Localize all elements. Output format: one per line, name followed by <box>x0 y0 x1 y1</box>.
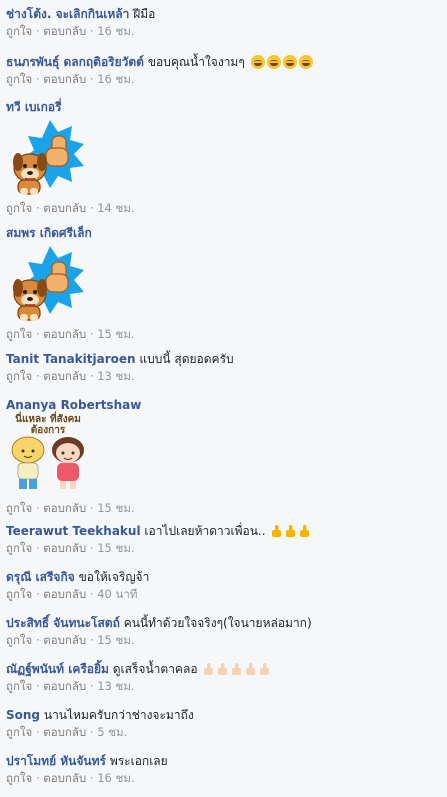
sticker-caption: นี่แหละ ที่สังคมต้องการ <box>15 414 81 436</box>
comment-author[interactable]: ทวี เบเกอรี่ <box>6 100 62 114</box>
thumbs-up-light-icon <box>218 663 228 675</box>
reply-link[interactable]: ตอบกลับ <box>43 725 86 739</box>
comment-author[interactable]: สมพร เกิดศรีเล็ก <box>6 226 92 240</box>
comment-time[interactable]: 13 ชม. <box>97 369 134 383</box>
like-link[interactable]: ถูกใจ <box>6 327 32 341</box>
comment-actions: ถูกใจ · ตอบกลับ · 15 ชม. <box>6 327 135 341</box>
comment-author[interactable]: ประสิทธิ์ จันทนะโสตถ์ <box>6 616 120 630</box>
comment-author[interactable]: Teerawut Teekhakul <box>6 524 141 538</box>
comment-time[interactable]: 15 ชม. <box>97 327 134 341</box>
comment-actions: ถูกใจ · ตอบกลับ · 15 ชม. <box>6 633 135 647</box>
comment-author[interactable]: Song <box>6 708 40 722</box>
thumbs-up-light-icon <box>204 663 214 675</box>
like-link[interactable]: ถูกใจ <box>6 725 32 739</box>
thumbs-up-icon <box>272 525 282 537</box>
comment-author[interactable]: ธนภรพันธุ์ ดลกฤติอริยวัตต์ <box>6 55 144 69</box>
comment-time[interactable]: 16 ชม. <box>97 72 134 86</box>
reply-link[interactable]: ตอบกลับ <box>43 587 86 601</box>
like-link[interactable]: ถูกใจ <box>6 587 32 601</box>
comment-text: เอาไปเลยห้าดาวเพื่อน.. <box>144 524 266 538</box>
comment-item: ปราโมทย์ หันจันทร์ พระเอกเลย ถูกใจ · ตอบ… <box>6 752 443 786</box>
comment-item: Song นานไหมครับกว่าช่างจะมาถึง ถูกใจ · ต… <box>6 706 443 740</box>
comment-time[interactable]: 40 นาที <box>97 587 137 601</box>
like-link[interactable]: ถูกใจ <box>6 501 32 515</box>
comment-actions: ถูกใจ · ตอบกลับ · 15 ชม. <box>6 501 135 515</box>
comment-time[interactable]: 15 ชม. <box>97 633 134 647</box>
comment-author[interactable]: ปราโมทย์ หันจันทร์ <box>6 754 106 768</box>
reply-link[interactable]: ตอบกลับ <box>43 771 86 785</box>
reply-link[interactable]: ตอบกลับ <box>43 501 86 515</box>
grinning-squint-icon <box>266 55 281 69</box>
like-link[interactable]: ถูกใจ <box>6 541 32 555</box>
like-link[interactable]: ถูกใจ <box>6 633 32 647</box>
comment-text: คนนี้ทำด้วยใจจริงๆ(ใจนายหล่อมาก) <box>123 616 312 630</box>
comment-actions: ถูกใจ · ตอบกลับ · 16 ชม. <box>6 72 135 86</box>
comment-actions: ถูกใจ · ตอบกลับ · 13 ชม. <box>6 679 135 693</box>
reply-link[interactable]: ตอบกลับ <box>43 327 86 341</box>
comment-author[interactable]: ช่างโต้ง. จะเลิกกินเหล้า <box>6 7 129 21</box>
comment-actions: ถูกใจ · ตอบกลับ · 5 ชม. <box>6 725 128 739</box>
comment-item: Tanit Tanakitjaroen แบบนี้ สุดยอดครับ ถู… <box>6 350 443 384</box>
like-link[interactable]: ถูกใจ <box>6 679 32 693</box>
thumbs-up-light-icon <box>232 663 242 675</box>
like-link[interactable]: ถูกใจ <box>6 771 32 785</box>
comment-item: ณัฏฐ์พนันท์ เครือยิ้ม ดูเสร็จน้ำตาคลอ ถู… <box>6 660 443 694</box>
comment-time[interactable]: 15 ชม. <box>97 541 134 555</box>
thumbs-up-light-icon <box>246 663 256 675</box>
comment-time[interactable]: 16 ชม. <box>97 24 134 38</box>
comment-actions: ถูกใจ · ตอบกลับ · 40 นาที <box>6 587 138 601</box>
grinning-squint-icon <box>282 55 297 69</box>
comment-time[interactable]: 5 ชม. <box>97 725 127 739</box>
like-link[interactable]: ถูกใจ <box>6 24 32 38</box>
thumbs-up-light-icon <box>260 663 270 675</box>
comment-time[interactable]: 13 ชม. <box>97 679 134 693</box>
comment-actions: ถูกใจ · ตอบกลับ · 16 ชม. <box>6 24 135 38</box>
kids-illustration <box>11 436 84 489</box>
reply-link[interactable]: ตอบกลับ <box>43 201 86 215</box>
comment-item: ดรุณี เสรีจกิจ ขอให้เจริญจ้า ถูกใจ · ตอบ… <box>6 568 443 602</box>
comment-actions: ถูกใจ · ตอบกลับ · 14 ชม. <box>6 201 135 215</box>
comment-actions: ถูกใจ · ตอบกลับ · 13 ชม. <box>6 369 135 383</box>
comment-time[interactable]: 15 ชม. <box>97 501 134 515</box>
comment-author[interactable]: Tanit Tanakitjaroen <box>6 352 136 366</box>
comment-text: ดูเสร็จน้ำตาคลอ <box>112 662 198 676</box>
comment-actions: ถูกใจ · ตอบกลับ · 15 ชม. <box>6 541 135 555</box>
comment-time[interactable]: 14 ชม. <box>97 201 134 215</box>
reply-link[interactable]: ตอบกลับ <box>43 72 86 86</box>
like-link[interactable]: ถูกใจ <box>6 201 32 215</box>
comment-text: ขอบคุณน้ำใจงามๆ <box>147 55 245 69</box>
grinning-squint-icon <box>250 55 265 69</box>
thumbs-up-icon <box>300 525 310 537</box>
comment-text: แบบนี้ สุดยอดครับ <box>139 352 234 366</box>
reply-link[interactable]: ตอบกลับ <box>43 633 86 647</box>
comment-item: สมพร เกิดศรีเล็ก ถูกใจ · ตอบกลับ · 15 ชม… <box>6 224 443 342</box>
comment-text: ฝีมือ <box>133 7 156 21</box>
comment-actions: ถูกใจ · ตอบกลับ · 16 ชม. <box>6 771 135 785</box>
comment-item: ประสิทธิ์ จันทนะโสตถ์ คนนี้ทำด้วยใจจริงๆ… <box>6 614 443 648</box>
comment-item: Ananya Robertshaw นี่แหละ ที่สังคมต้องกา… <box>6 396 443 516</box>
like-link[interactable]: ถูกใจ <box>6 72 32 86</box>
like-link[interactable]: ถูกใจ <box>6 369 32 383</box>
grinning-squint-icon <box>298 55 313 69</box>
thumbs-up-icon <box>286 525 296 537</box>
comment-author[interactable]: ดรุณี เสรีจกิจ <box>6 570 75 584</box>
reply-link[interactable]: ตอบกลับ <box>43 679 86 693</box>
comment-item: ทวี เบเกอรี่ ถูกใจ · ตอบกลับ · 14 ชม. <box>6 98 443 216</box>
comment-item: ธนภรพันธุ์ ดลกฤติอริยวัตต์ ขอบคุณน้ำใจงา… <box>6 53 443 87</box>
reply-link[interactable]: ตอบกลับ <box>43 541 86 555</box>
two-kids-sticker[interactable]: นี่แหละ ที่สังคมต้องการ <box>6 414 90 492</box>
comment-item: Teerawut Teekhakul เอาไปเลยห้าดาวเพื่อน.… <box>6 522 443 556</box>
reply-link[interactable]: ตอบกลับ <box>43 24 86 38</box>
comment-author[interactable]: ณัฏฐ์พนันท์ เครือยิ้ม <box>6 662 109 676</box>
comment-author[interactable]: Ananya Robertshaw <box>6 398 141 412</box>
comment-item: ช่างโต้ง. จะเลิกกินเหล้า ฝีมือ ถูกใจ · ต… <box>6 5 443 39</box>
reply-link[interactable]: ตอบกลับ <box>43 369 86 383</box>
comment-text: นานไหมครับกว่าช่างจะมาถึง <box>43 708 194 722</box>
comment-text: ขอให้เจริญจ้า <box>78 570 150 584</box>
comment-text: พระเอกเลย <box>109 754 168 768</box>
comment-time[interactable]: 16 ชม. <box>97 771 134 785</box>
dog-thumbs-up-sticker[interactable] <box>6 118 86 198</box>
dog-thumbs-up-sticker[interactable] <box>6 244 86 324</box>
